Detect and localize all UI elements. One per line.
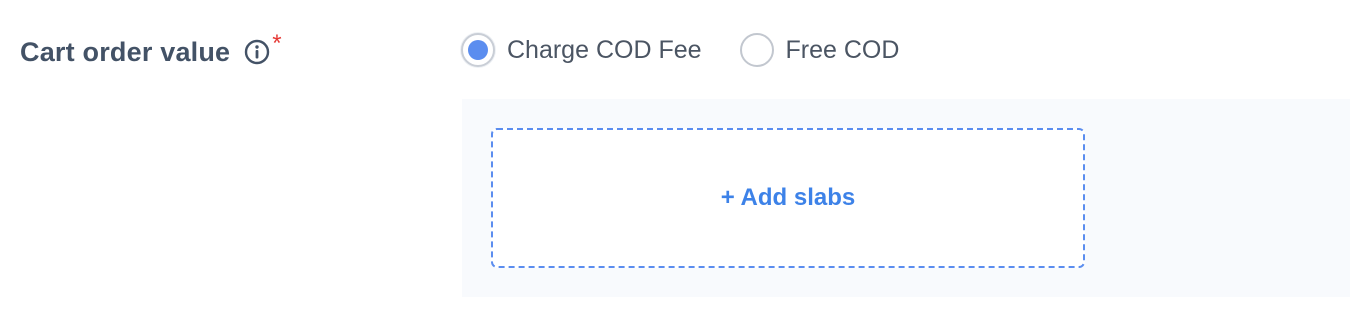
radio-label-free-cod: Free COD (785, 36, 900, 64)
radio-button-selected[interactable] (461, 33, 495, 67)
slabs-panel: + Add slabs (462, 99, 1350, 297)
cod-fee-setting-row: Cart order value * Charge COD Fee Free C… (0, 0, 1350, 318)
radio-button-unselected[interactable] (739, 33, 774, 67)
required-asterisk: * (272, 30, 282, 57)
radio-label-charge-cod-fee: Charge COD Fee (507, 36, 702, 64)
field-label: Cart order value * (20, 30, 282, 70)
radio-option-charge-cod-fee[interactable]: Charge COD Fee (461, 33, 702, 67)
cod-fee-radio-group: Charge COD Fee Free COD (461, 33, 899, 67)
radio-option-free-cod[interactable]: Free COD (739, 33, 900, 67)
info-circle-icon[interactable] (244, 39, 270, 65)
add-slabs-button[interactable]: + Add slabs (491, 128, 1085, 268)
radio-selected-dot (468, 40, 488, 60)
add-slabs-label: + Add slabs (720, 184, 856, 211)
field-label-text: Cart order value (20, 37, 231, 67)
